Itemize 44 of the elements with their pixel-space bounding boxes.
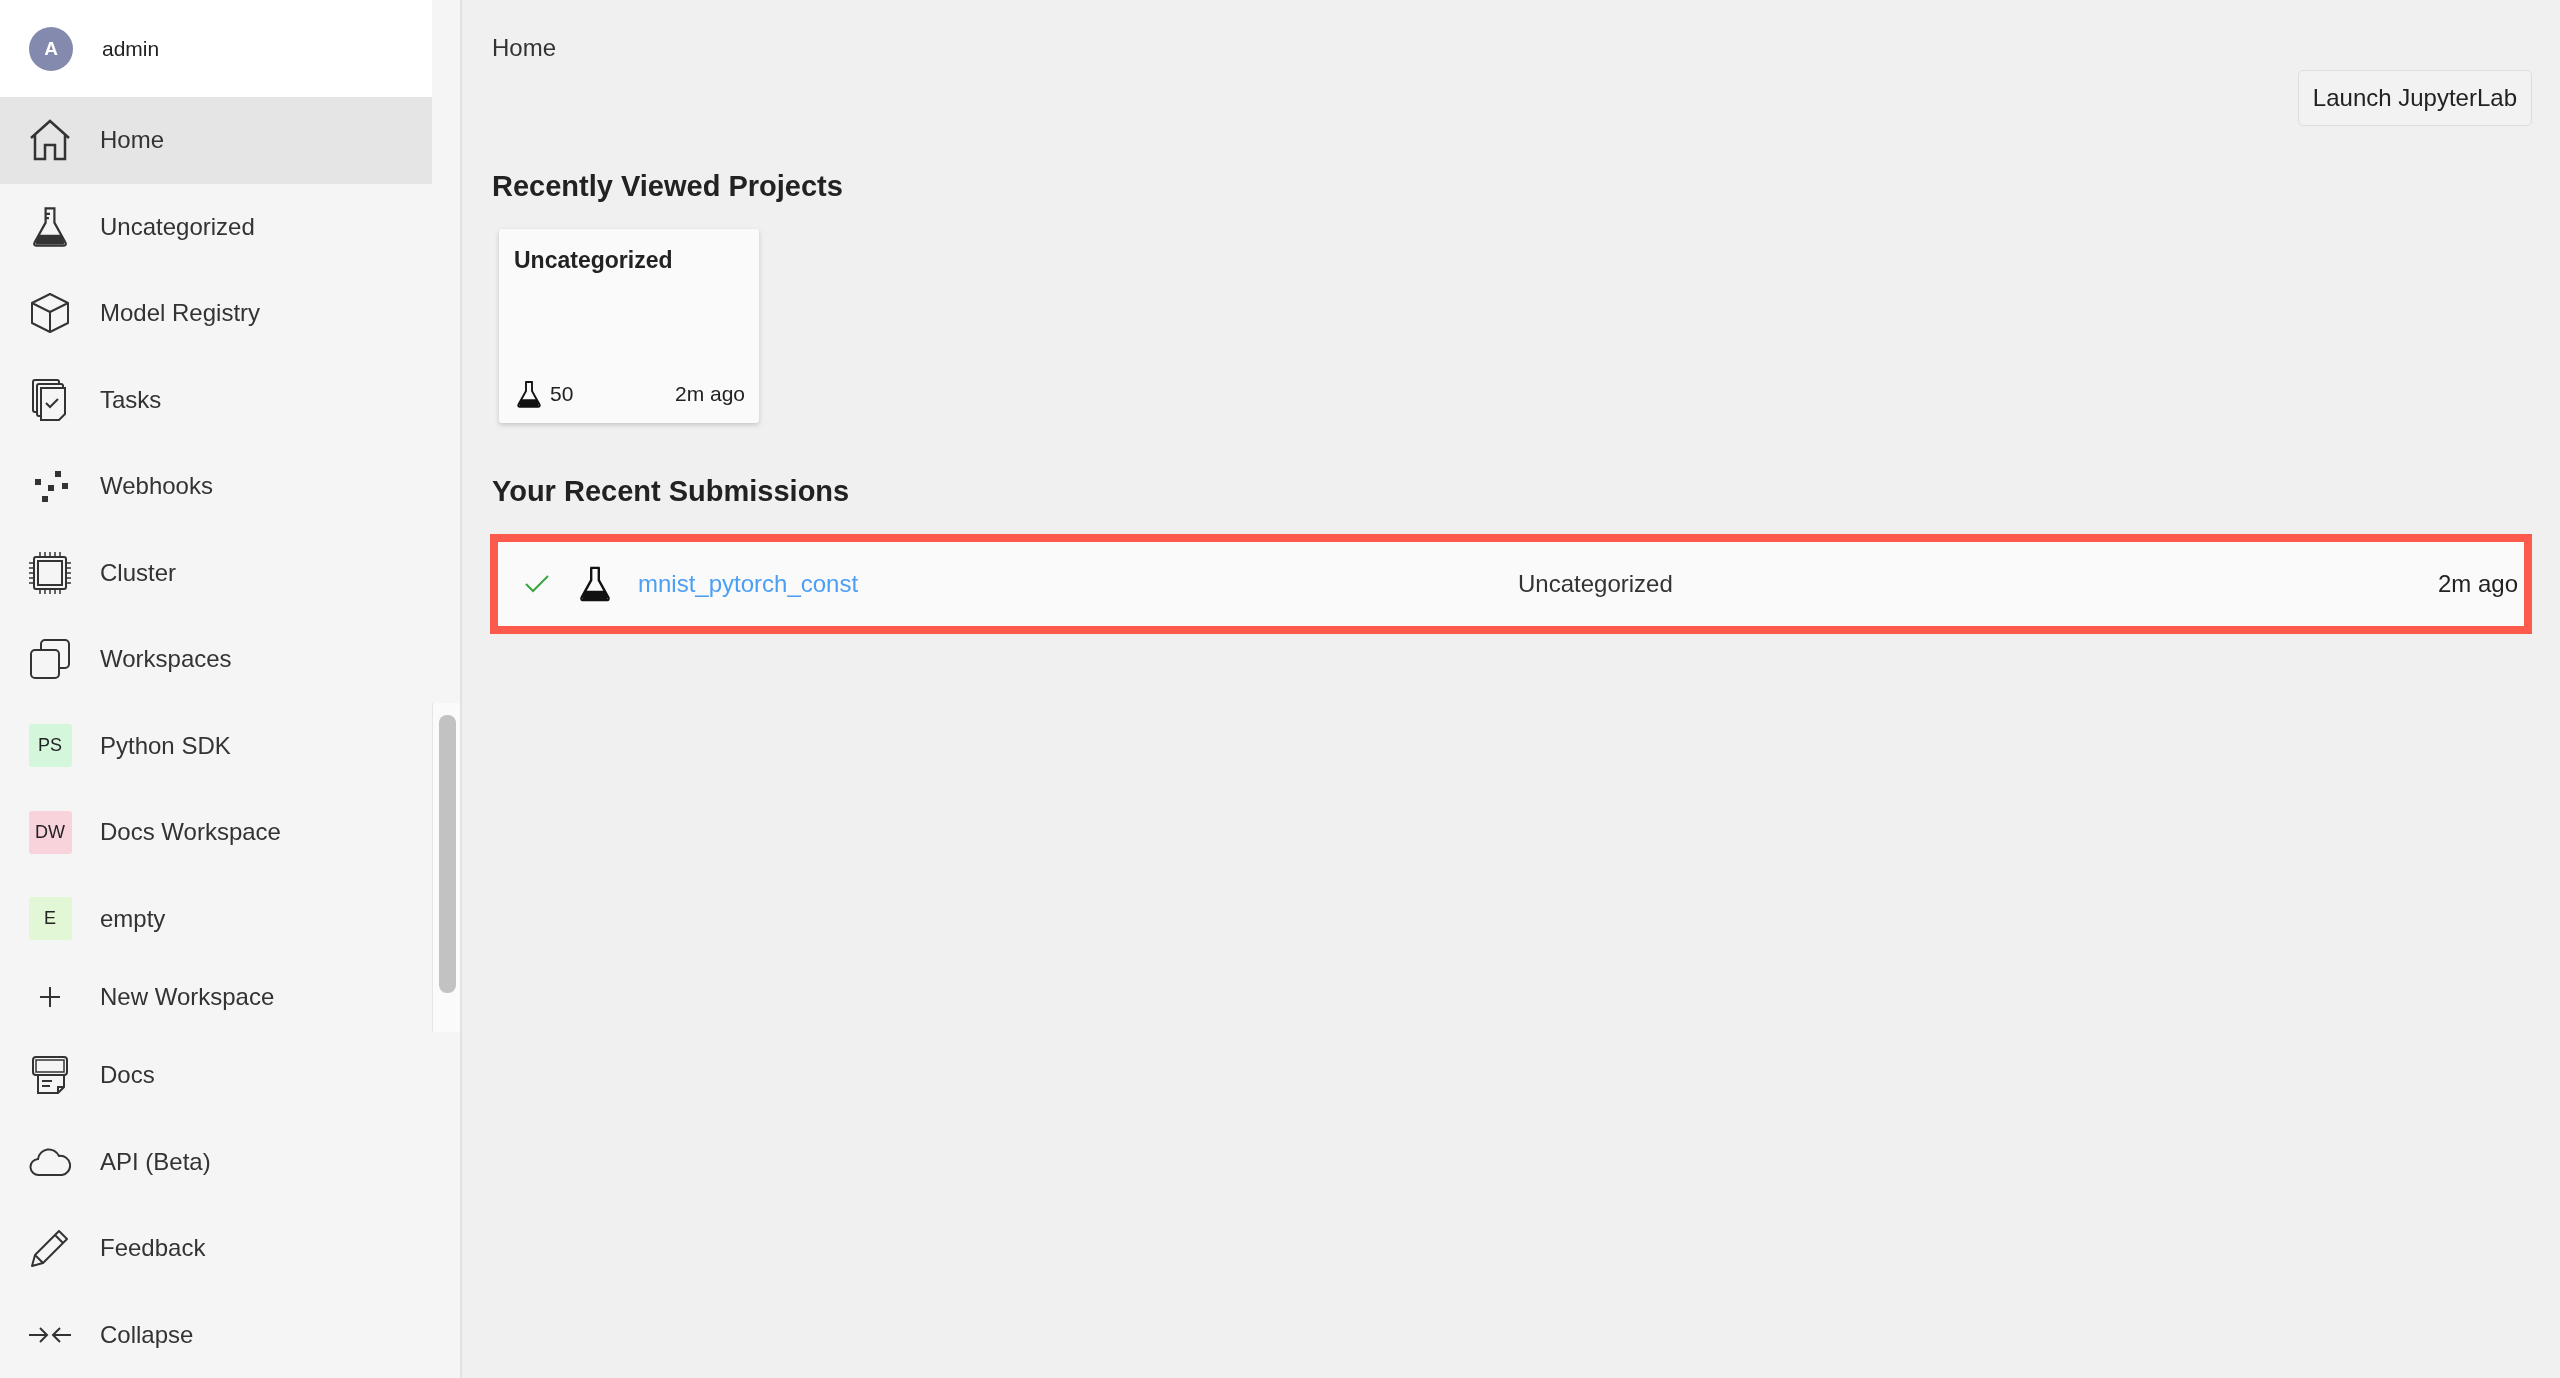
nav-item[interactable]: Model Registry: [0, 270, 432, 357]
collapse-icon: [28, 1324, 72, 1345]
scrollbar-thumb[interactable]: [439, 714, 456, 993]
workspace-badge: PS: [28, 724, 72, 768]
new-workspace-item[interactable]: New Workspace: [0, 962, 432, 1032]
project-card[interactable]: Uncategorized 50 2m ago: [499, 229, 759, 423]
webhooks-icon: [32, 468, 68, 505]
cloud-icon: [29, 1146, 71, 1177]
footer-item[interactable]: Feedback: [0, 1205, 432, 1292]
section-heading: Recently Viewed Projects: [492, 170, 844, 203]
plus-icon: [38, 985, 62, 1009]
workspace-item[interactable]: E empty: [0, 875, 432, 962]
project-name: Uncategorized: [514, 247, 674, 274]
flask-icon: [514, 379, 544, 409]
experiment-count: 50: [550, 382, 574, 406]
workspace-badge: DW: [28, 810, 72, 854]
project-time: 2m ago: [674, 382, 745, 406]
pencil-icon: [29, 1227, 71, 1270]
chip-icon: [28, 550, 72, 595]
footer-item[interactable]: API (Beta): [0, 1118, 432, 1205]
workspace-item[interactable]: PS Python SDK: [0, 702, 432, 789]
nav-item[interactable]: Uncategorized: [0, 183, 432, 270]
cube-icon: [30, 292, 70, 335]
nav-item[interactable]: Home: [0, 97, 432, 184]
launch-button[interactable]: Launch JupyterLab: [2297, 70, 2532, 126]
home-icon: [28, 119, 72, 162]
breadcrumb[interactable]: Home: [492, 34, 557, 62]
footer-item[interactable]: Collapse: [0, 1291, 432, 1378]
docs-icon: [30, 1055, 70, 1096]
check-icon: [524, 574, 550, 594]
workspace-badge: E: [28, 897, 72, 941]
user-name: admin: [102, 36, 160, 61]
submission-row[interactable]: mnist_pytorch_const Uncategorized 2m ago: [490, 534, 2532, 634]
nav-item[interactable]: Tasks: [0, 356, 432, 443]
section-heading: Your Recent Submissions: [492, 475, 851, 508]
project-name: Uncategorized: [1518, 570, 1674, 598]
tasks-icon: [31, 377, 69, 422]
footer-item[interactable]: Docs: [0, 1032, 432, 1119]
workspace-item[interactable]: DW Docs Workspace: [0, 789, 432, 876]
nav-item[interactable]: Webhooks: [0, 443, 432, 530]
submission-time: 2m ago: [2437, 570, 2518, 598]
nav-item[interactable]: Cluster: [0, 529, 432, 616]
nav-item[interactable]: Workspaces: [0, 616, 432, 703]
workspaces-icon: [29, 638, 71, 681]
